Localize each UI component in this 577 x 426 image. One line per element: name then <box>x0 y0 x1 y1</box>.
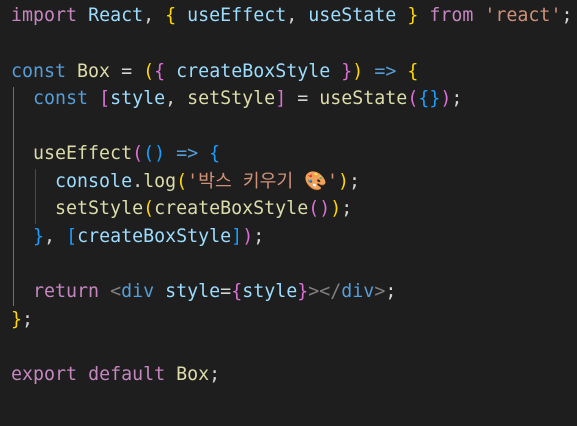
punctuation: , <box>143 5 155 26</box>
operator-equals: = <box>220 281 232 302</box>
tag-open-bracket: < <box>110 281 122 302</box>
tag-close-bracket: > <box>308 281 320 302</box>
paren-close: ) <box>242 226 254 247</box>
identifier-usestate: useState <box>308 5 397 26</box>
code-line-8[interactable]: setStyle(createBoxStyle()); <box>11 195 352 222</box>
brace-open: { <box>165 5 177 26</box>
paren-open: ( <box>407 88 419 109</box>
identifier-useeffect: useEffect <box>187 5 287 26</box>
bracket-open: [ <box>99 88 111 109</box>
brace-close: } <box>407 5 419 26</box>
tag-name-div: div <box>121 281 155 302</box>
identifier-react: React <box>88 5 144 26</box>
semicolon: ; <box>209 364 221 385</box>
brace-close: } <box>11 309 23 330</box>
inner-parens: () <box>143 143 166 164</box>
identifier-style: style <box>242 281 298 302</box>
brace-open: { <box>407 61 419 82</box>
brace-open: { <box>209 143 221 164</box>
inner-parens: () <box>308 198 331 219</box>
code-line-6[interactable]: useEffect(() => { <box>11 140 220 167</box>
string-module: 'react' <box>484 5 562 26</box>
identifier-box: Box <box>176 364 210 385</box>
brace-close: } <box>297 281 309 302</box>
keyword-export: export <box>11 364 78 385</box>
paren-open: ( <box>143 61 155 82</box>
call-useeffect: useEffect <box>33 143 133 164</box>
call-setstyle: setStyle <box>55 198 144 219</box>
paren-close: ) <box>330 198 342 219</box>
tag-name-div: div <box>341 281 375 302</box>
operator-equals: = <box>121 61 133 82</box>
brace-open: { <box>231 281 243 302</box>
paren-close: ) <box>338 171 350 192</box>
paren-close: ) <box>352 61 364 82</box>
call-createboxstyle: createBoxStyle <box>154 198 309 219</box>
arrow-operator: => <box>374 61 397 82</box>
bracket-close: ] <box>275 88 287 109</box>
closing-tag-open: </ <box>319 281 342 302</box>
code-line-14[interactable]: export default Box; <box>11 361 220 388</box>
semicolon: ; <box>349 171 361 192</box>
punctuation: , <box>286 5 298 26</box>
operator-equals: = <box>297 88 309 109</box>
arrow-operator: => <box>176 143 199 164</box>
semicolon: ; <box>385 281 397 302</box>
identifier-setstyle: setStyle <box>187 88 276 109</box>
code-line-9[interactable]: }, [createBoxStyle]); <box>11 223 264 250</box>
code-line-1[interactable]: import React, { useEffect, useState } fr… <box>11 2 572 29</box>
closing-tag-close: > <box>374 281 386 302</box>
code-editor[interactable]: import React, { useEffect, useState } fr… <box>0 0 577 426</box>
keyword-from: from <box>429 5 474 26</box>
attr-style: style <box>165 281 221 302</box>
keyword-import: import <box>11 5 78 26</box>
punctuation: , <box>44 226 56 247</box>
code-line-7[interactable]: console.log('박스 키우기 🎨'); <box>11 168 360 195</box>
param-createboxstyle: createBoxStyle <box>176 61 331 82</box>
paren-close: ) <box>440 88 452 109</box>
keyword-const: const <box>33 88 89 109</box>
call-log: log <box>143 171 177 192</box>
brace-open: { <box>154 61 166 82</box>
brace-close: } <box>33 226 45 247</box>
bracket-close: ] <box>231 226 243 247</box>
code-line-11[interactable]: return <div style={style}></div>; <box>11 278 396 305</box>
semicolon: ; <box>561 5 573 26</box>
code-line-3[interactable]: const Box = ({ createBoxStyle }) => { <box>11 58 418 85</box>
keyword-default: default <box>88 364 166 385</box>
semicolon: ; <box>253 226 265 247</box>
component-name: Box <box>77 61 111 82</box>
bracket-open: [ <box>66 226 78 247</box>
paren-open: ( <box>132 143 144 164</box>
identifier-console: console <box>55 171 133 192</box>
semicolon: ; <box>341 198 353 219</box>
code-line-4[interactable]: const [style, setStyle] = useState({}); <box>11 85 462 112</box>
identifier-createboxstyle: createBoxStyle <box>77 226 232 247</box>
call-usestate: useState <box>319 88 408 109</box>
paren-open: ( <box>176 171 188 192</box>
keyword-const: const <box>11 61 67 82</box>
semicolon: ; <box>22 309 34 330</box>
dot: . <box>132 171 144 192</box>
brace-close: } <box>341 61 353 82</box>
punctuation: , <box>165 88 177 109</box>
paren-open: ( <box>143 198 155 219</box>
identifier-style: style <box>110 88 166 109</box>
semicolon: ; <box>451 88 463 109</box>
keyword-return: return <box>33 281 100 302</box>
string-log-message: '박스 키우기 🎨' <box>187 171 339 192</box>
object-literal: {} <box>418 88 441 109</box>
code-line-12[interactable]: }; <box>11 306 33 333</box>
